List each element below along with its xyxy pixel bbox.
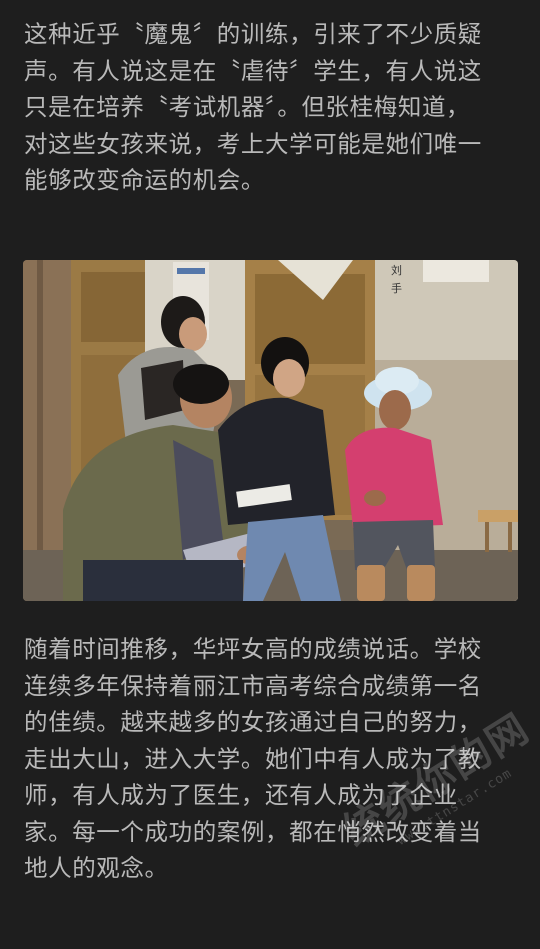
paragraph-2: 随着时间推移，华坪女高的成绩说话。学校 连续多年保持着丽江市高考综合成绩第一名 …	[24, 631, 518, 887]
door-label-2: 手	[391, 281, 402, 295]
paragraph-line: 声。有人说这是在〝虐待〞学生，有人说这	[24, 56, 482, 85]
paragraph-line: 师，有人成为了医生，还有人成为了企业	[24, 781, 458, 809]
article-photo[interactable]: 刘 手	[23, 260, 518, 601]
door-label-1: 刘	[391, 264, 402, 277]
paragraph-line: 的佳绩。越来越多的女孩通过自己的努力，	[24, 708, 482, 736]
paragraph-line: 随着时间推移，华坪女高的成绩说话。学校	[24, 635, 482, 663]
paragraph-1: 这种近乎〝魔鬼〞的训练，引来了不少质疑 声。有人说这是在〝虐待〞学生，有人说这 …	[24, 16, 518, 199]
paragraph-line: 这种近乎〝魔鬼〞的训练，引来了不少质疑	[24, 20, 482, 48]
paragraph-line: 走出大山，进入大学。她们中有人成为了教	[24, 744, 482, 773]
paragraph-line: 家。每一个成功的案例，都在悄然改变着当	[24, 817, 482, 846]
article: 这种近乎〝魔鬼〞的训练，引来了不少质疑 声。有人说这是在〝虐待〞学生，有人说这 …	[0, 0, 540, 949]
paragraph-line: 对这些女孩来说，考上大学可能是她们唯一	[24, 129, 482, 158]
paragraph-line: 能够改变命运的机会。	[24, 166, 265, 194]
paragraph-line: 地人的观念。	[24, 854, 169, 882]
stool	[478, 510, 518, 522]
paragraph-line: 只是在培养〝考试机器〞。但张桂梅知道，	[24, 93, 471, 121]
photo-scene: 刘 手	[23, 260, 518, 601]
paragraph-line: 连续多年保持着丽江市高考综合成绩第一名	[24, 671, 482, 700]
